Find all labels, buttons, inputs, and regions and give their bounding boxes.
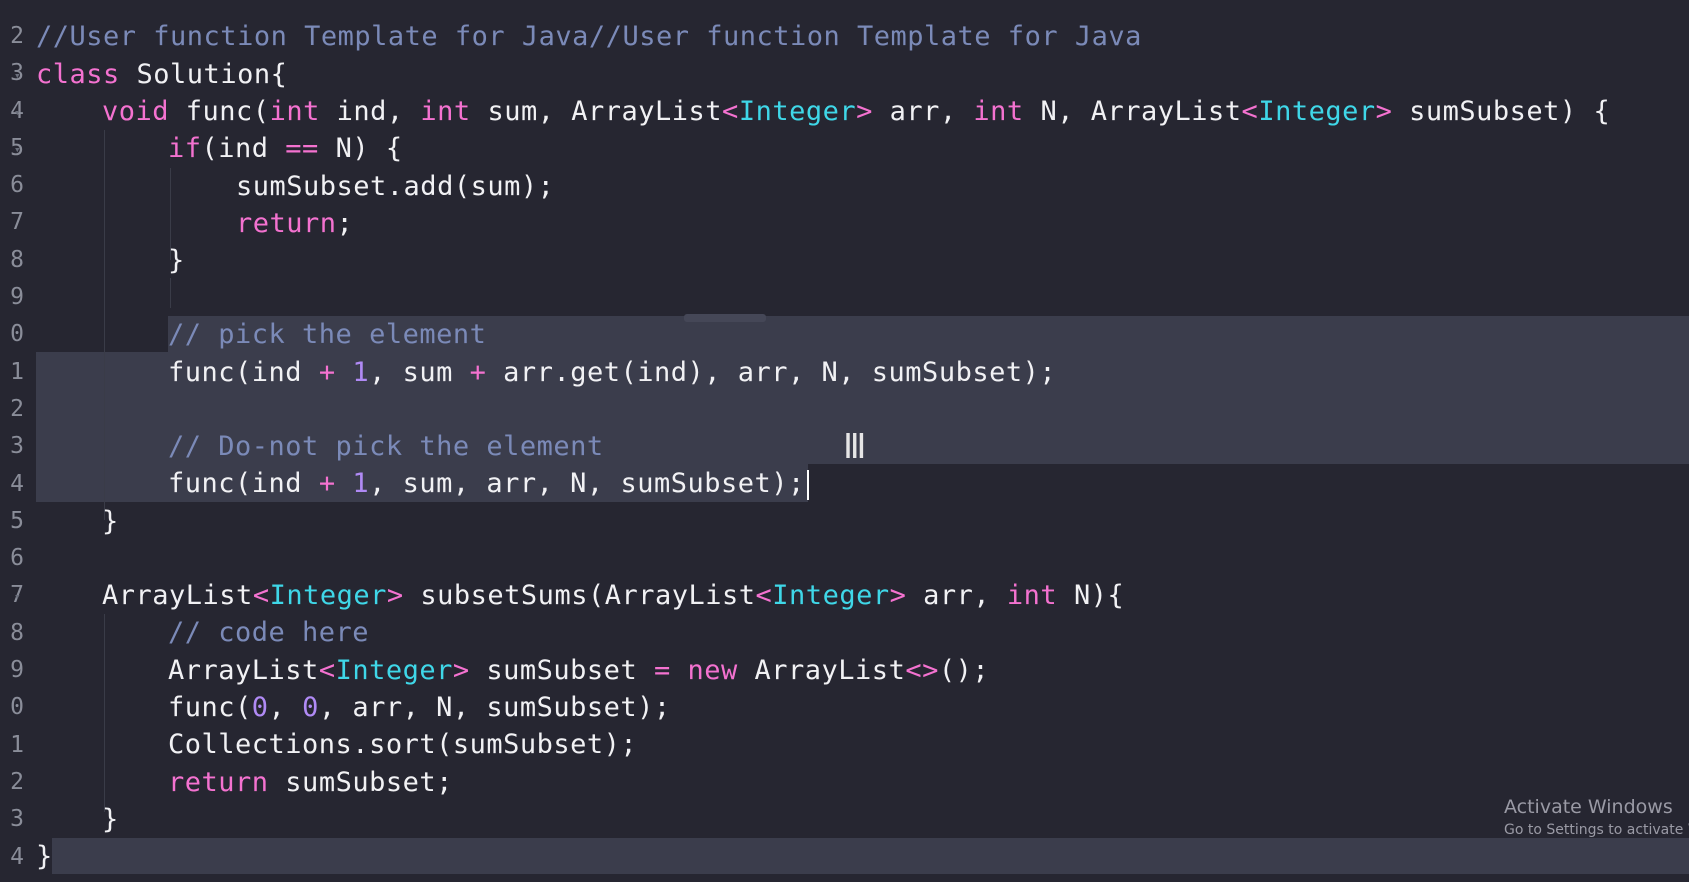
line-number: 2 [10, 23, 24, 49]
code-line: } [168, 245, 185, 276]
line-number-gutter: 2 3 4 5 6 7 8 9 0 1 2 3 4 5 6 7 8 9 0 1 … [0, 18, 26, 876]
fold-arrow-icon[interactable]: ▾ [14, 106, 21, 119]
code-line: } [102, 804, 119, 835]
fold-arrow-icon[interactable]: ▾ [14, 143, 21, 156]
line-number: 4 [10, 470, 24, 497]
code-line: func(ind + 1, sum + arr.get(ind), arr, N… [168, 357, 1057, 388]
line-number: 9 [10, 657, 24, 684]
code-line: } [36, 841, 53, 872]
line-number: 4 [10, 843, 24, 870]
code-line: ArrayList<Integer> sumSubset = new Array… [168, 655, 990, 686]
line-number: 7 [10, 209, 24, 236]
text-cursor [806, 469, 809, 500]
watermark-subtitle: Go to Settings to activate W [1504, 822, 1689, 838]
code-line: //User function Template for Java//User … [36, 21, 1142, 52]
code-line: // pick the element [168, 319, 487, 350]
code-line: if(ind == N) { [168, 133, 403, 164]
line-number: 1 [10, 358, 24, 385]
line-number: 5 [10, 507, 24, 534]
line-number: 9 [10, 284, 24, 311]
line-number: 8 [10, 619, 24, 646]
line-number: 8 [10, 246, 24, 273]
fold-arrow-icon[interactable]: ▾ [14, 590, 21, 603]
indent-guide [170, 278, 171, 308]
indent-guide [104, 130, 105, 520]
indent-guide [104, 614, 105, 812]
fold-arrow-icon[interactable]: ▾ [14, 69, 21, 82]
watermark-title: Activate Windows [1504, 796, 1673, 818]
code-line: func(ind + 1, sum, arr, N, sumSubset); [168, 465, 809, 502]
line-number: 3 [10, 60, 24, 87]
code-line: ArrayList<Integer> subsetSums(ArrayList<… [102, 580, 1125, 611]
code-line: // code here [168, 617, 370, 648]
current-line-highlight [52, 838, 1689, 874]
line-number: 3 [10, 433, 24, 460]
line-number: 7 [10, 582, 24, 609]
mouse-ibeam-icon: Ⅲ [843, 427, 867, 467]
code-line: return; [236, 208, 354, 239]
code-line: Collections.sort(sumSubset); [168, 729, 638, 760]
code-line: void func(int ind, int sum, ArrayList<In… [102, 96, 1611, 127]
line-number: 6 [10, 172, 24, 199]
code-line: class Solution{ [36, 59, 288, 90]
code-line: sumSubset.add(sum); [236, 171, 555, 202]
line-number: 5 [10, 134, 24, 161]
line-number: 0 [10, 694, 24, 721]
code-line: } [102, 506, 119, 537]
line-number: 2 [10, 768, 24, 795]
activate-windows-watermark: Activate Windows Go to Settings to activ… [1504, 796, 1689, 838]
code-line: return sumSubset; [168, 767, 453, 798]
line-number: 1 [10, 731, 24, 758]
line-number: 2 [10, 395, 24, 422]
code-editor[interactable]: 2 3 4 5 6 7 8 9 0 1 2 3 4 5 6 7 8 9 0 1 … [0, 0, 1689, 882]
code-line: // Do-not pick the element [168, 431, 604, 462]
line-number: 3 [10, 806, 24, 833]
code-line: func(0, 0, arr, N, sumSubset); [168, 692, 671, 723]
line-number: 4 [10, 97, 24, 124]
line-number: 0 [10, 321, 24, 348]
scroll-marker [684, 314, 766, 322]
line-number: 6 [10, 545, 24, 572]
